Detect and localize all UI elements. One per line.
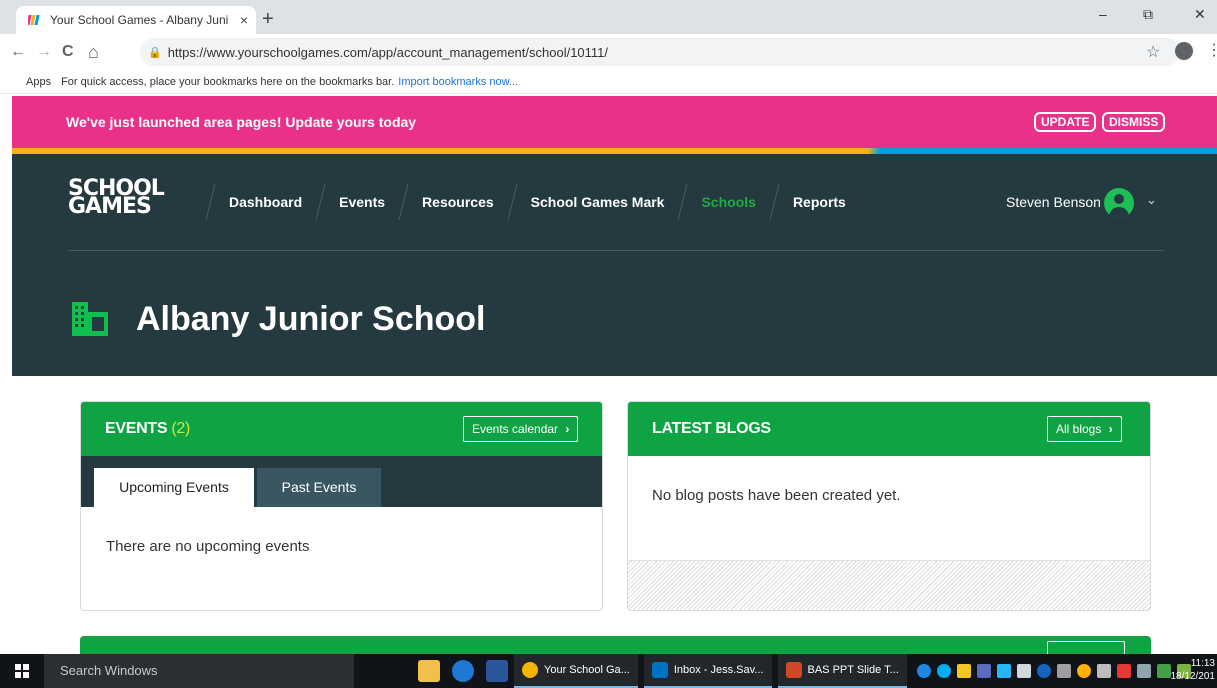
lock-icon: 🔒 — [148, 46, 162, 59]
address-bar[interactable]: 🔒 https://www.yourschoolgames.com/app/ac… — [140, 38, 1180, 66]
school-games-logo[interactable]: SCHOOL GAMES — [68, 178, 165, 219]
update-button[interactable]: UPDATE — [1034, 112, 1097, 132]
system-tray — [916, 664, 1197, 678]
blogs-card: LATEST BLOGS All blogs › No blog posts h… — [627, 401, 1151, 611]
main-nav: Dashboard Events Resources School Games … — [205, 182, 864, 222]
window-close-button[interactable]: ✕ — [1194, 6, 1206, 23]
internet-explorer-icon[interactable] — [452, 660, 474, 682]
all-blogs-label: All blogs — [1056, 422, 1102, 436]
nav-resources[interactable]: Resources — [404, 194, 512, 210]
announcement-banner: We've just launched area pages! Update y… — [12, 96, 1217, 148]
bookmarks-hint: For quick access, place your bookmarks h… — [61, 75, 395, 88]
chevron-down-icon[interactable]: ⌄ — [1146, 192, 1157, 208]
events-count: (2) — [171, 420, 191, 437]
all-blogs-button[interactable]: All blogs › — [1047, 416, 1122, 442]
no-events-message: There are no upcoming events — [106, 538, 310, 555]
home-button[interactable]: ⌂ — [88, 42, 99, 62]
blogs-card-header: LATEST BLOGS All blogs › — [628, 402, 1150, 456]
tray-app-icon[interactable] — [1076, 664, 1091, 678]
events-card-title: EVENTS (2) — [105, 420, 190, 438]
logo-line-2: GAMES — [68, 194, 152, 219]
reload-button[interactable]: C — [62, 42, 74, 62]
tab-close-icon[interactable]: × — [240, 12, 248, 28]
browser-menu-icon[interactable]: ⋮ — [1206, 40, 1217, 60]
user-name[interactable]: Steven Benson — [1006, 194, 1101, 210]
nav-reports[interactable]: Reports — [775, 194, 864, 210]
mail-icon[interactable] — [956, 664, 971, 678]
nav-schools[interactable]: Schools — [683, 194, 773, 210]
tab-title: Your School Games - Albany Juni — [50, 13, 229, 27]
user-avatar-icon[interactable] — [1104, 188, 1134, 218]
wifi-icon[interactable] — [1056, 664, 1071, 678]
clock-time: 11:13 — [1190, 658, 1215, 669]
minimize-button[interactable]: – — [1099, 6, 1107, 22]
banner-message: We've just launched area pages! Update y… — [66, 114, 417, 130]
bookmark-star-icon[interactable]: ☆ — [1146, 42, 1160, 62]
windows-taskbar: Search Windows Your School Ga... Inbox -… — [0, 654, 1217, 688]
profile-icon[interactable] — [1175, 42, 1193, 60]
tray-app-icon[interactable] — [1156, 664, 1171, 678]
battery-icon[interactable] — [1016, 664, 1031, 678]
powerpoint-icon — [785, 662, 802, 678]
windows-logo-icon — [15, 664, 29, 678]
taskbar-app-chrome[interactable]: Your School Ga... — [514, 654, 638, 688]
taskbar-app-powerpoint[interactable]: BAS PPT Slide T... — [777, 654, 907, 688]
keyboard-icon[interactable] — [1136, 664, 1151, 678]
chevron-right-icon: › — [565, 422, 570, 436]
school-building-icon — [72, 302, 108, 336]
taskbar-app-label: Inbox - Jess.Sav... — [673, 664, 764, 676]
browser-toolbar: ← → C ⌂ 🔒 https://www.yourschoolgames.co… — [0, 34, 1217, 70]
events-card-header: EVENTS (2) Events calendar › — [81, 402, 602, 456]
chevron-right-icon: › — [1108, 422, 1113, 436]
chrome-icon — [522, 662, 538, 678]
start-button[interactable] — [0, 654, 44, 688]
tray-app-icon[interactable] — [976, 664, 991, 678]
events-calendar-label: Events calendar — [472, 422, 559, 436]
blogs-card-title: LATEST BLOGS — [652, 420, 771, 437]
taskbar-app-label: Your School Ga... — [544, 664, 630, 676]
school-games-favicon — [28, 15, 40, 25]
nav-dashboard[interactable]: Dashboard — [211, 194, 320, 210]
browser-tab-active[interactable]: Your School Games - Albany Juni × — [16, 6, 256, 34]
url-text: https://www.yourschoolgames.com/app/acco… — [167, 44, 609, 60]
word-icon[interactable] — [486, 660, 508, 682]
tab-upcoming-events[interactable]: Upcoming Events — [94, 468, 254, 507]
skype-icon[interactable] — [936, 664, 951, 678]
apps-shortcut[interactable]: Apps — [26, 76, 51, 88]
nav-school-games-mark[interactable]: School Games Mark — [513, 194, 683, 210]
page-title: Albany Junior School — [136, 300, 486, 338]
site-header: SCHOOL GAMES Dashboard Events Resources … — [12, 154, 1217, 376]
import-bookmarks-link[interactable]: Import bookmarks now... — [398, 76, 518, 88]
taskbar-clock[interactable]: 11:13 18/12/201 — [1171, 657, 1216, 683]
bluetooth-icon[interactable] — [1036, 664, 1051, 678]
taskbar-app-label: BAS PPT Slide T... — [807, 664, 899, 676]
next-card-header — [80, 636, 1151, 656]
volume-icon[interactable] — [1096, 664, 1111, 678]
clock-date: 18/12/201 — [1170, 671, 1216, 682]
taskbar-search[interactable]: Search Windows — [44, 654, 354, 688]
bookmarks-bar: Apps For quick access, place your bookma… — [0, 70, 1217, 94]
blogs-placeholder-pattern — [628, 560, 1150, 610]
tray-app-icon[interactable] — [1116, 664, 1131, 678]
header-divider — [68, 250, 1164, 251]
events-tabs: Upcoming Events Past Events — [81, 456, 602, 507]
back-button[interactable]: ← — [10, 42, 26, 62]
events-title-text: EVENTS — [105, 420, 168, 437]
tray-app-icon[interactable] — [916, 664, 931, 678]
no-blogs-message: No blog posts have been created yet. — [652, 487, 901, 504]
events-card: EVENTS (2) Events calendar › Upcoming Ev… — [80, 401, 603, 611]
nav-events[interactable]: Events — [321, 194, 403, 210]
tray-app-icon[interactable] — [996, 664, 1011, 678]
restore-button[interactable]: ⧉ — [1143, 6, 1153, 23]
events-calendar-button[interactable]: Events calendar › — [463, 416, 579, 442]
browser-tabstrip: Your School Games - Albany Juni × + – ⧉ … — [0, 0, 1217, 34]
outlook-icon — [651, 662, 668, 678]
new-tab-button[interactable]: + — [262, 8, 274, 30]
forward-button[interactable]: → — [36, 42, 52, 62]
tab-past-events[interactable]: Past Events — [257, 468, 381, 507]
dismiss-button[interactable]: DISMISS — [1102, 112, 1166, 132]
file-explorer-icon[interactable] — [418, 660, 440, 682]
taskbar-app-outlook[interactable]: Inbox - Jess.Sav... — [643, 654, 772, 688]
